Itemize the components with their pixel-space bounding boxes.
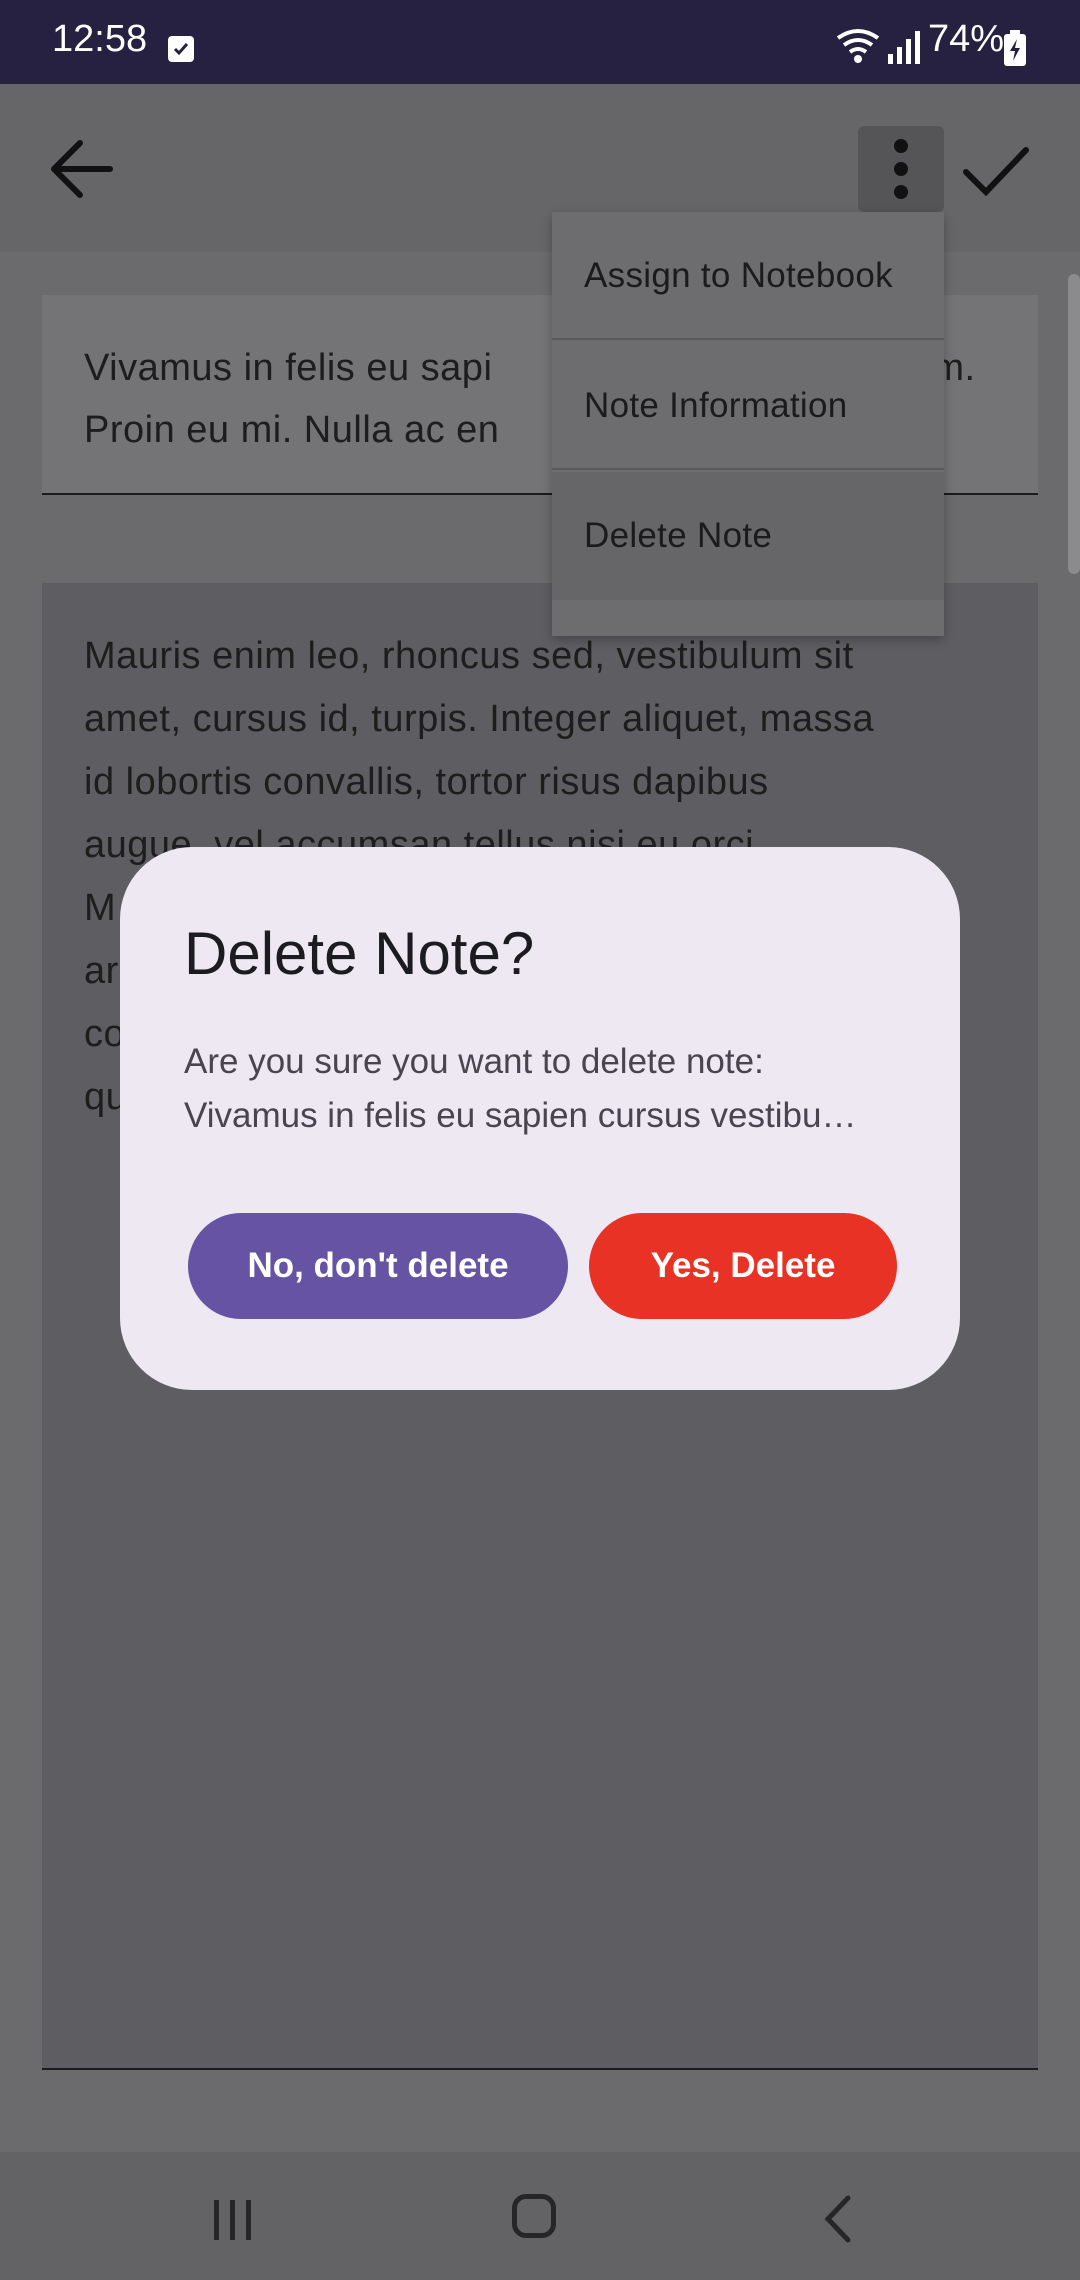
recent-apps-icon[interactable]	[210, 2198, 256, 2242]
overflow-menu: Assign to Notebook Note Information Dele…	[552, 212, 944, 636]
menu-item-delete-note[interactable]: Delete Note	[552, 472, 944, 600]
home-icon[interactable]	[512, 2194, 556, 2238]
check-icon[interactable]	[960, 136, 1032, 206]
signal-icon	[888, 31, 920, 64]
back-icon[interactable]	[818, 2194, 858, 2244]
body-line: amet, cursus id, turpis. Integer aliquet…	[84, 698, 875, 740]
cancel-delete-button[interactable]: No, don't delete	[188, 1213, 568, 1319]
dialog-message-line: Vivamus in felis eu sapien cursus vestib…	[184, 1096, 857, 1135]
dialog-title: Delete Note?	[184, 920, 535, 987]
delete-note-dialog: Delete Note? Are you sure you want to de…	[120, 847, 960, 1390]
title-line1-left: Vivamus in felis eu sapi	[84, 347, 493, 389]
wifi-icon	[836, 29, 880, 63]
menu-item-assign-notebook[interactable]: Assign to Notebook	[552, 212, 944, 340]
arrow-left-icon[interactable]	[44, 134, 124, 204]
menu-item-note-information[interactable]: Note Information	[552, 342, 944, 470]
notification-check-icon	[168, 36, 194, 62]
confirm-delete-button[interactable]: Yes, Delete	[589, 1213, 897, 1319]
status-bar: 12:58 74%	[0, 0, 1080, 84]
status-time: 12:58	[52, 18, 148, 60]
scrollbar[interactable]	[1068, 274, 1080, 574]
more-options-button[interactable]	[858, 126, 944, 212]
dialog-message: Are you sure you want to delete note: Vi…	[184, 1035, 904, 1143]
more-vert-icon	[894, 139, 908, 199]
dialog-message-line: Are you sure you want to delete note:	[184, 1042, 764, 1081]
battery-icon	[1004, 30, 1026, 66]
battery-percent: 74%	[928, 18, 1005, 60]
body-line: id lobortis convallis, tortor risus dapi…	[84, 761, 769, 803]
title-line2: Proin eu mi. Nulla ac en	[84, 409, 500, 451]
